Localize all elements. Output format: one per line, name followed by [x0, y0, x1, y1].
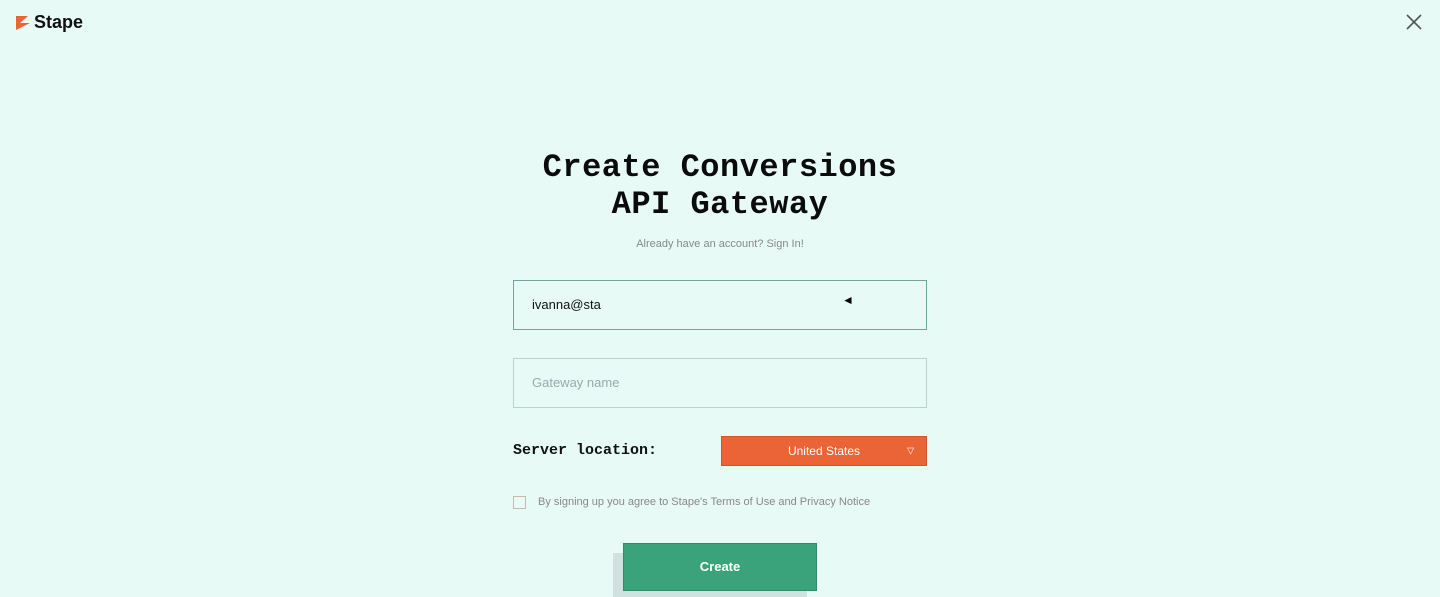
signin-link[interactable]: Sign In! [766, 238, 803, 250]
brand-logo: Stape [14, 12, 83, 33]
brand-logo-icon [14, 14, 32, 32]
terms-checkbox[interactable] [513, 496, 526, 509]
close-button[interactable] [1402, 10, 1426, 34]
close-icon [1402, 10, 1426, 34]
title-line-1: Create Conversions [543, 149, 898, 186]
server-location-value: United States [788, 444, 860, 458]
server-location-row: Server location: United States ▽ [513, 436, 927, 466]
server-location-label: Server location: [513, 442, 657, 459]
server-location-select[interactable]: United States ▽ [721, 436, 927, 466]
page-title: Create Conversions API Gateway [513, 150, 927, 224]
email-field[interactable] [513, 280, 927, 330]
signin-prompt: Already have an account? Sign In! [513, 238, 927, 250]
chevron-down-icon: ▽ [907, 445, 914, 456]
brand-name: Stape [34, 12, 83, 33]
create-button[interactable]: Create [623, 543, 817, 591]
gateway-name-field[interactable] [513, 358, 927, 408]
title-line-2: API Gateway [612, 186, 829, 223]
signin-prompt-text: Already have an account? [636, 238, 766, 250]
terms-row: By signing up you agree to Stape's Terms… [513, 496, 927, 509]
terms-text: By signing up you agree to Stape's Terms… [538, 496, 870, 508]
signup-form: Create Conversions API Gateway Already h… [513, 150, 927, 591]
